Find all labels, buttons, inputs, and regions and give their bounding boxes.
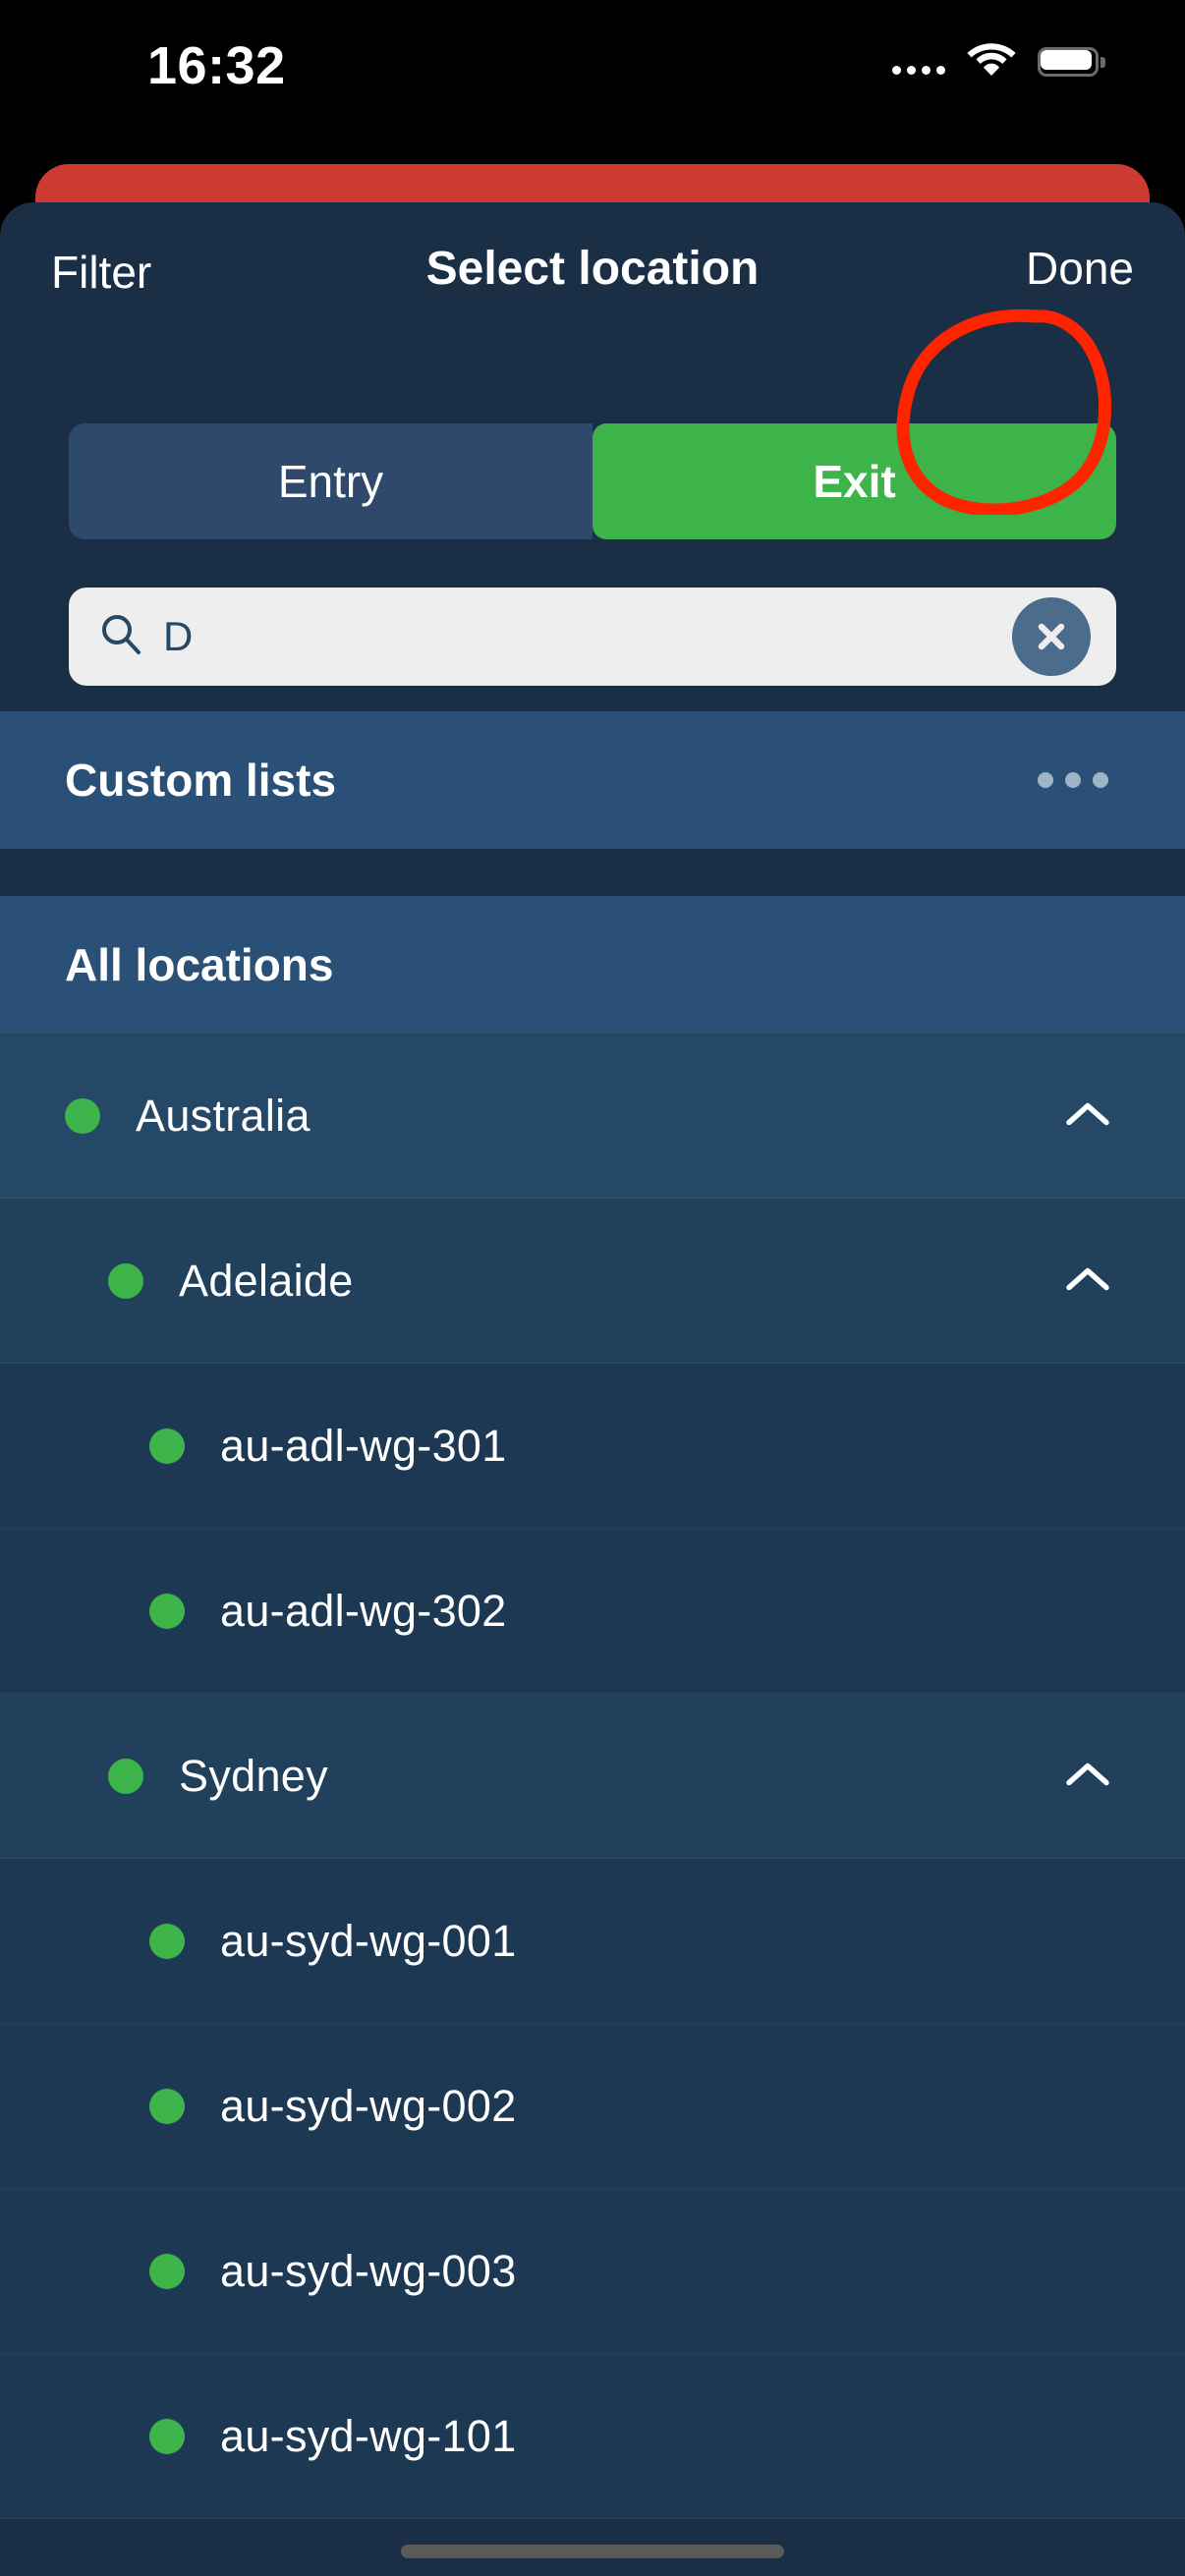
tab-entry[interactable]: Entry: [69, 423, 592, 539]
section-title-custom-lists: Custom lists: [65, 755, 337, 806]
status-dot: [149, 1428, 185, 1464]
list-item-australia[interactable]: Australia: [0, 1034, 1185, 1199]
list-item-label: au-syd-wg-001: [220, 1915, 517, 1966]
section-custom-lists[interactable]: Custom lists: [0, 711, 1185, 849]
status-bar-clock: 16:32: [147, 36, 286, 95]
status-dot: [108, 1262, 143, 1299]
wifi-icon: [967, 41, 1016, 82]
list-item-label: au-adl-wg-302: [220, 1585, 507, 1636]
tab-exit[interactable]: Exit: [592, 423, 1116, 539]
list-item-au-adl-wg-302[interactable]: au-adl-wg-302: [0, 1529, 1185, 1694]
ellipsis-icon[interactable]: [1038, 772, 1108, 788]
list-item-label: au-syd-wg-002: [220, 2080, 517, 2131]
list-item-label: Sydney: [179, 1750, 328, 1801]
search-input-value: D: [163, 613, 194, 659]
entry-exit-segmented-control[interactable]: Entry Exit: [69, 423, 1116, 539]
list-item-au-syd-wg-101[interactable]: au-syd-wg-101: [0, 2354, 1185, 2519]
list-item-au-adl-wg-301[interactable]: au-adl-wg-301: [0, 1364, 1185, 1529]
list-item-au-syd-wg-002[interactable]: au-syd-wg-002: [0, 2024, 1185, 2189]
list-item-label: Australia: [136, 1090, 310, 1141]
status-dot: [149, 2418, 185, 2454]
page-title: Select location: [425, 243, 760, 295]
home-indicator: [401, 2545, 784, 2558]
battery-icon: [1038, 46, 1105, 77]
status-bar: 16:32: [0, 0, 1185, 136]
chevron-up-icon[interactable]: [1065, 1099, 1110, 1132]
close-x-icon: [1038, 623, 1065, 650]
magnifier-icon: [98, 612, 143, 662]
status-dot: [149, 2253, 185, 2289]
list-item-label: Adelaide: [179, 1255, 354, 1306]
search-input[interactable]: D: [69, 588, 1116, 686]
section-all-locations[interactable]: All locations: [0, 896, 1185, 1034]
status-dot: [65, 1097, 100, 1134]
list-item-label: au-syd-wg-101: [220, 2410, 517, 2461]
list-item-sydney[interactable]: Sydney: [0, 1694, 1185, 1859]
status-dot: [149, 1923, 185, 1959]
status-dot: [149, 1593, 185, 1629]
clear-search-button[interactable]: [1012, 597, 1091, 676]
phone-screen: 16:32 Filter Select location Done Entry …: [0, 0, 1185, 2576]
list-item-au-syd-wg-003[interactable]: au-syd-wg-003: [0, 2189, 1185, 2354]
status-bar-indicators: [892, 41, 1105, 82]
done-button[interactable]: Done: [1026, 242, 1134, 295]
select-location-sheet: Filter Select location Done Entry Exit D: [0, 202, 1185, 2576]
location-list-area: Custom lists All locations Australia Ade…: [0, 711, 1185, 2519]
chevron-up-icon[interactable]: [1065, 1760, 1110, 1792]
list-item-adelaide[interactable]: Adelaide: [0, 1199, 1185, 1364]
cellular-dots-icon: [892, 49, 945, 75]
section-divider: [0, 849, 1185, 896]
section-title-all-locations: All locations: [65, 939, 334, 990]
list-item-label: au-syd-wg-003: [220, 2245, 517, 2296]
chevron-up-icon[interactable]: [1065, 1264, 1110, 1297]
list-item-au-syd-wg-001[interactable]: au-syd-wg-001: [0, 1859, 1185, 2024]
sheet-header: Filter Select location Done: [0, 202, 1185, 334]
status-dot: [149, 2088, 185, 2124]
list-item-label: au-adl-wg-301: [220, 1420, 507, 1471]
status-dot: [108, 1758, 143, 1794]
